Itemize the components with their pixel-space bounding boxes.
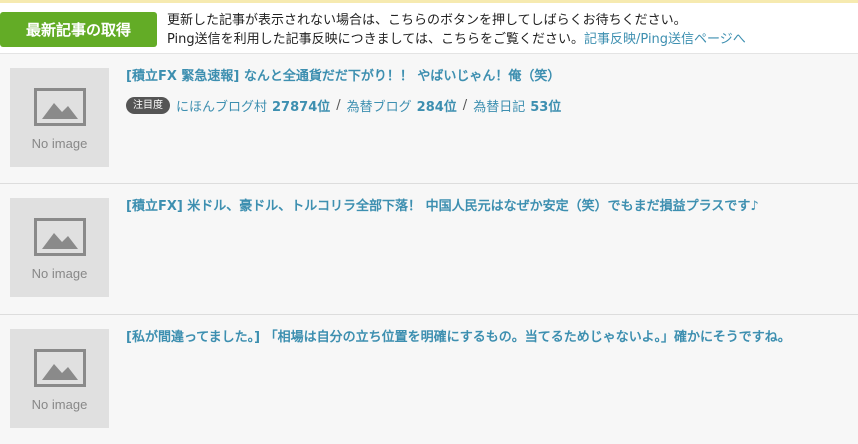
rank-value: 53位 (530, 100, 562, 115)
article-title[interactable]: [私が間違ってました。] 「相場は自分の立ち位置を明確にするもの。当てるためじゃ… (126, 329, 854, 347)
image-placeholder-icon (33, 349, 86, 387)
rank-value: 284位 (416, 100, 457, 115)
rank-site-link[interactable]: 為替ブログ (347, 96, 412, 115)
article-title[interactable]: [積立FX 緊急速報] なんと全通貨だだ下がり！！ やばいじゃん！俺（笑） (126, 68, 854, 86)
rank-separator: / (336, 98, 341, 113)
no-image-label: No image (31, 397, 88, 412)
attention-badge: 注目度 (126, 97, 170, 114)
fetch-latest-articles-button[interactable]: 最新記事の取得 (0, 12, 157, 47)
header: 最新記事の取得 更新した記事が表示されない場合は、こちらのボタンを押してしばらく… (0, 3, 858, 53)
article-item: No image [積立FX] 米ドル、豪ドル、トルコリラ全部下落！ 中国人民元… (0, 184, 858, 315)
article-thumbnail[interactable]: No image (10, 329, 109, 428)
no-image-label: No image (31, 266, 88, 281)
article-list: No image [積立FX 緊急速報] なんと全通貨だだ下がり！！ やばいじゃ… (0, 53, 858, 444)
notice-line-2: Ping送信を利用した記事反映につきましては、こちらをご覧ください。記事反映/P… (167, 30, 746, 49)
rank-site-link[interactable]: にほんブログ村 (176, 96, 267, 115)
article-item: No image [積立FX 緊急速報] なんと全通貨だだ下がり！！ やばいじゃ… (0, 53, 858, 184)
rank-separator: / (462, 98, 468, 113)
no-image-label: No image (31, 136, 88, 151)
image-placeholder-icon (33, 218, 86, 256)
update-notice: 更新した記事が表示されない場合は、こちらのボタンを押してしばらくお待ちください。… (167, 11, 746, 49)
notice-line-1: 更新した記事が表示されない場合は、こちらのボタンを押してしばらくお待ちください。 (167, 13, 687, 28)
article-thumbnail[interactable]: No image (10, 68, 109, 167)
article-item: No image [私が間違ってました。] 「相場は自分の立ち位置を明確にするも… (0, 315, 858, 444)
article-ranks: 注目度 にほんブログ村 27874位 / 為替ブログ 284位 / 為替日記 5… (126, 96, 561, 115)
article-thumbnail[interactable]: No image (10, 198, 109, 297)
ping-page-link[interactable]: 記事反映/Ping送信ページへ (584, 32, 746, 47)
rank-site-link[interactable]: 為替日記 (473, 96, 525, 115)
notice-line-2-text: Ping送信を利用した記事反映につきましては、こちらをご覧ください。 (167, 32, 585, 47)
rank-value: 27874位 (272, 100, 331, 115)
article-title[interactable]: [積立FX] 米ドル、豪ドル、トルコリラ全部下落！ 中国人民元はなぜか安定（笑）… (126, 198, 854, 216)
image-placeholder-icon (33, 88, 86, 126)
